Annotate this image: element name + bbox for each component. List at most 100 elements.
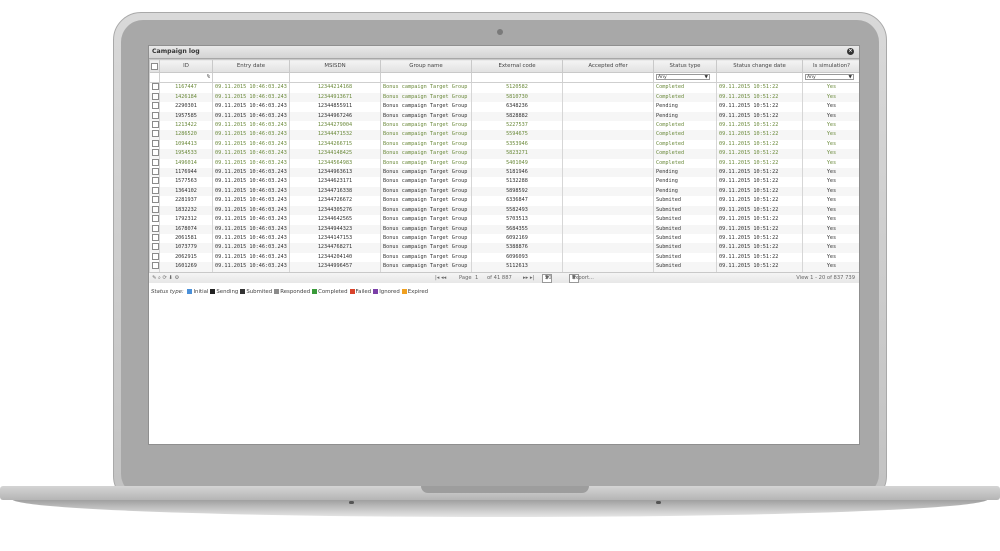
select-all-checkbox[interactable] — [149, 59, 160, 73]
filter-is-simulation-select[interactable]: Any ▼ — [802, 71, 859, 84]
cell-accepted-offer — [562, 215, 654, 225]
cell-group-name: Bonus campaign Target Group — [380, 139, 472, 150]
row-checkbox[interactable] — [149, 158, 160, 169]
column-header-external-code[interactable]: External code — [471, 59, 563, 73]
table-row[interactable]: 1792312 09.11.2015 10:46:03.243 1234464256… — [149, 215, 859, 225]
table-row[interactable]: 1176944 09.11.2015 10:46:03.243 1234496361… — [149, 168, 859, 178]
close-icon[interactable]: × — [847, 48, 854, 55]
column-header-is-simulation[interactable]: Is simulation? — [802, 59, 859, 73]
row-checkbox[interactable] — [149, 121, 160, 131]
row-checkbox[interactable] — [149, 102, 160, 112]
column-header-status-change-date[interactable]: Status change date — [716, 59, 803, 73]
legend-item-label: Submited — [246, 288, 273, 295]
export-select[interactable]: Export... ▼ — [569, 273, 594, 283]
table-row[interactable]: 1832232 09.11.2015 10:46:03.243 1234430527… — [149, 205, 859, 216]
cell-status-change-date: 09.11.2015 10:51:22 — [716, 111, 803, 122]
cell-is-simulation: Yes — [802, 205, 859, 216]
row-checkbox[interactable] — [149, 215, 160, 225]
table-row[interactable]: 2281937 09.11.2015 10:46:03.243 1234472667… — [149, 196, 859, 206]
row-checkbox[interactable] — [149, 92, 160, 103]
filter-msisdn-input[interactable] — [289, 71, 381, 84]
cell-status-type: Completed — [653, 139, 717, 150]
cell-status-change-date: 09.11.2015 10:51:22 — [716, 224, 803, 234]
column-header-msisdn[interactable]: MSISDN — [289, 59, 381, 73]
row-checkbox[interactable] — [149, 243, 160, 253]
row-checkbox[interactable] — [149, 205, 160, 216]
row-checkbox[interactable] — [149, 139, 160, 150]
row-checkbox[interactable] — [149, 262, 160, 272]
filter-status-type-select[interactable]: Any ▼ — [653, 71, 717, 84]
column-header-id[interactable]: ID — [159, 59, 213, 73]
cell-status-change-date: 09.11.2015 10:51:22 — [716, 92, 803, 103]
cell-status-change-date: 09.11.2015 10:51:22 — [716, 205, 803, 216]
cell-status-change-date: 09.11.2015 10:51:22 — [716, 82, 803, 93]
cell-group-name: Bonus campaign Target Group — [380, 243, 472, 253]
cell-external-code: 5401049 — [471, 158, 563, 169]
table-row[interactable]: 2061581 09.11.2015 10:46:03.243 1234414715… — [149, 233, 859, 244]
table-row[interactable]: 1426184 09.11.2015 10:46:03.243 1234491367… — [149, 92, 859, 103]
table-row[interactable]: 1577563 09.11.2015 10:46:03.243 1234462317… — [149, 177, 859, 187]
column-header-accepted-offer[interactable]: Accepted offer — [562, 59, 654, 73]
cell-entry-date: 09.11.2015 10:46:03.243 — [212, 149, 290, 159]
pager-tools-icons[interactable]: ✎ ⌕ ⟳ ⬇ ⚙ — [152, 273, 179, 283]
filter-accepted-offer-input[interactable] — [562, 71, 654, 84]
cell-status-type: Submited — [653, 196, 717, 206]
table-row[interactable]: 1678074 09.11.2015 10:46:03.243 1234494432… — [149, 224, 859, 234]
table-row[interactable]: 1601269 09.11.2015 10:46:03.243 1234499645… — [149, 262, 859, 272]
legend-swatch — [373, 288, 379, 294]
row-checkbox[interactable] — [149, 82, 160, 93]
pager-next-buttons[interactable]: ▸▸ ▸| — [523, 273, 534, 283]
cell-entry-date: 09.11.2015 10:46:03.243 — [212, 186, 290, 197]
filter-external-code-input[interactable] — [471, 71, 563, 84]
table-row[interactable]: 1496014 09.11.2015 10:46:03.243 1234456498… — [149, 158, 859, 169]
cell-accepted-offer — [562, 262, 654, 272]
cell-id: 1577563 — [159, 177, 213, 187]
cell-status-change-date: 09.11.2015 10:51:22 — [716, 149, 803, 159]
row-checkbox[interactable] — [149, 196, 160, 206]
table-row[interactable]: 1957585 09.11.2015 10:46:03.243 1234496724… — [149, 111, 859, 122]
table-row[interactable]: 1286520 09.11.2015 10:46:03.243 1234447153… — [149, 130, 859, 140]
row-checkbox[interactable] — [149, 224, 160, 234]
filter-id-input[interactable]: % — [159, 71, 213, 84]
row-checkbox[interactable] — [149, 149, 160, 159]
status-legend: Status type: Initial Sending Submited Respo… — [149, 283, 859, 295]
cell-accepted-offer — [562, 224, 654, 234]
chevron-down-icon: ▼ — [704, 75, 708, 80]
cell-entry-date: 09.11.2015 10:46:03.243 — [212, 158, 290, 169]
column-header-group-name[interactable]: Group name — [380, 59, 472, 73]
pager-prev-buttons[interactable]: |◂ ◂◂ — [435, 273, 446, 283]
filter-entry-date-input[interactable] — [212, 71, 290, 84]
table-row[interactable]: 2290301 09.11.2015 10:46:03.243 1234485591… — [149, 102, 859, 112]
row-checkbox[interactable] — [149, 168, 160, 178]
row-checkbox[interactable] — [149, 233, 160, 244]
cell-id: 2061581 — [159, 233, 213, 244]
cell-id: 1176944 — [159, 168, 213, 178]
row-checkbox[interactable] — [149, 186, 160, 197]
page-size-select[interactable]: 20 ▼ — [542, 273, 552, 283]
table-row[interactable]: 1364102 09.11.2015 10:46:03.243 1234471633… — [149, 186, 859, 197]
table-row[interactable]: 1954533 09.11.2015 10:46:03.243 1234414842… — [149, 149, 859, 159]
cell-status-change-date: 09.11.2015 10:51:22 — [716, 243, 803, 253]
legend-item-label: Responded — [280, 288, 311, 295]
cell-entry-date: 09.11.2015 10:46:03.243 — [212, 139, 290, 150]
table-row[interactable]: 1094413 09.11.2015 10:46:03.243 1234426671… — [149, 139, 859, 150]
table-row[interactable]: 1073779 09.11.2015 10:46:03.243 1234476827… — [149, 243, 859, 253]
cell-is-simulation: Yes — [802, 121, 859, 131]
filter-status-change-date-input[interactable] — [716, 71, 803, 84]
table-row[interactable]: 1213422 09.11.2015 10:46:03.243 1234427900… — [149, 121, 859, 131]
row-checkbox[interactable] — [149, 130, 160, 140]
column-header-entry-date[interactable]: Entry date — [212, 59, 290, 73]
row-checkbox[interactable] — [149, 252, 160, 263]
table-row[interactable]: 1167447 09.11.2015 10:46:03.243 1234421416… — [149, 82, 859, 93]
cell-is-simulation: Yes — [802, 224, 859, 234]
table-row[interactable]: 2062915 09.11.2015 10:46:03.243 1234420414… — [149, 252, 859, 263]
cell-group-name: Bonus campaign Target Group — [380, 233, 472, 244]
legend-swatch — [240, 288, 246, 294]
row-checkbox[interactable] — [149, 111, 160, 122]
row-checkbox[interactable] — [149, 177, 160, 187]
cell-is-simulation: Yes — [802, 139, 859, 150]
page-input[interactable]: 1 — [475, 273, 478, 283]
filter-group-name-input[interactable] — [380, 71, 472, 84]
wildcard-icon: % — [206, 74, 210, 80]
column-header-status-type[interactable]: Status type — [653, 59, 717, 73]
